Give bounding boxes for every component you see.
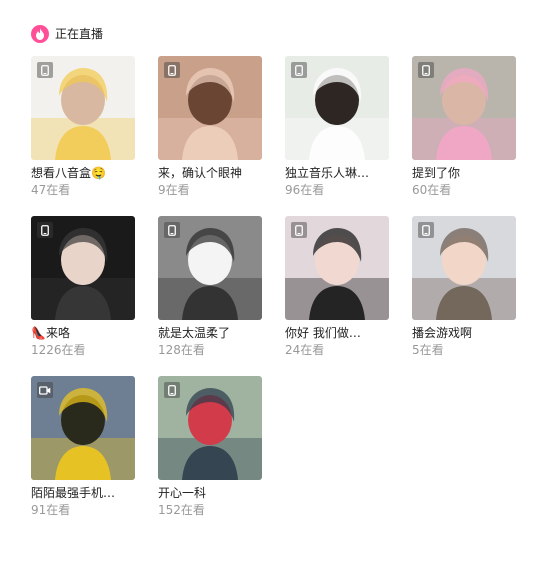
stream-title[interactable]: 👠来咯: [31, 324, 135, 342]
stream-thumbnail[interactable]: [285, 216, 389, 320]
stream-thumbnail[interactable]: [31, 376, 135, 480]
viewer-count: 47在看: [31, 183, 71, 197]
viewer-count: 9在看: [158, 183, 190, 197]
section-header: 正在直播: [31, 22, 531, 46]
stream-card[interactable]: 开心一科 152在看: [158, 376, 262, 518]
live-section: 正在直播 想看八音盒🤤 47在看 来，确认个眼神 9在看 独立音乐人琳… 96在看 提到了你…: [31, 22, 531, 517]
viewer-count: 128在看: [158, 343, 205, 357]
viewer-count: 96在看: [285, 183, 325, 197]
stream-card[interactable]: 提到了你 60在看: [412, 56, 516, 198]
phone-icon: [291, 62, 307, 78]
stream-title[interactable]: 播会游戏啊: [412, 324, 516, 342]
stream-thumbnail[interactable]: [158, 56, 262, 160]
stream-title[interactable]: 你好 我们做…: [285, 324, 389, 342]
stream-card[interactable]: 你好 我们做… 24在看: [285, 216, 389, 358]
stream-thumbnail[interactable]: [31, 56, 135, 160]
phone-icon: [418, 222, 434, 238]
stream-title[interactable]: 想看八音盒🤤: [31, 164, 135, 182]
stream-thumbnail[interactable]: [412, 216, 516, 320]
stream-thumbnail[interactable]: [412, 56, 516, 160]
flame-icon: [31, 25, 49, 43]
viewer-count: 5在看: [412, 343, 444, 357]
stream-thumbnail[interactable]: [285, 56, 389, 160]
phone-icon: [37, 62, 53, 78]
stream-card[interactable]: 独立音乐人琳… 96在看: [285, 56, 389, 198]
viewer-count: 24在看: [285, 343, 325, 357]
camera-icon: [37, 382, 53, 398]
stream-title[interactable]: 陌陌最强手机…: [31, 484, 135, 502]
stream-card[interactable]: 来，确认个眼神 9在看: [158, 56, 262, 198]
phone-icon: [164, 382, 180, 398]
stream-card[interactable]: 陌陌最强手机… 91在看: [31, 376, 135, 518]
stream-thumbnail[interactable]: [31, 216, 135, 320]
stream-thumbnail[interactable]: [158, 376, 262, 480]
phone-icon: [418, 62, 434, 78]
phone-icon: [291, 222, 307, 238]
stream-card[interactable]: 就是太温柔了 128在看: [158, 216, 262, 358]
stream-title[interactable]: 就是太温柔了: [158, 324, 262, 342]
viewer-count: 1226在看: [31, 343, 86, 357]
stream-title[interactable]: 独立音乐人琳…: [285, 164, 389, 182]
stream-title[interactable]: 开心一科: [158, 484, 262, 502]
viewer-count: 152在看: [158, 503, 205, 517]
phone-icon: [164, 222, 180, 238]
stream-thumbnail[interactable]: [158, 216, 262, 320]
phone-icon: [164, 62, 180, 78]
stream-title[interactable]: 来，确认个眼神: [158, 164, 262, 182]
section-title: 正在直播: [55, 27, 104, 41]
stream-title[interactable]: 提到了你: [412, 164, 516, 182]
viewer-count: 91在看: [31, 503, 71, 517]
stream-card[interactable]: 想看八音盒🤤 47在看: [31, 56, 135, 198]
phone-icon: [37, 222, 53, 238]
stream-card[interactable]: 👠来咯 1226在看: [31, 216, 135, 358]
stream-card[interactable]: 播会游戏啊 5在看: [412, 216, 516, 358]
viewer-count: 60在看: [412, 183, 452, 197]
